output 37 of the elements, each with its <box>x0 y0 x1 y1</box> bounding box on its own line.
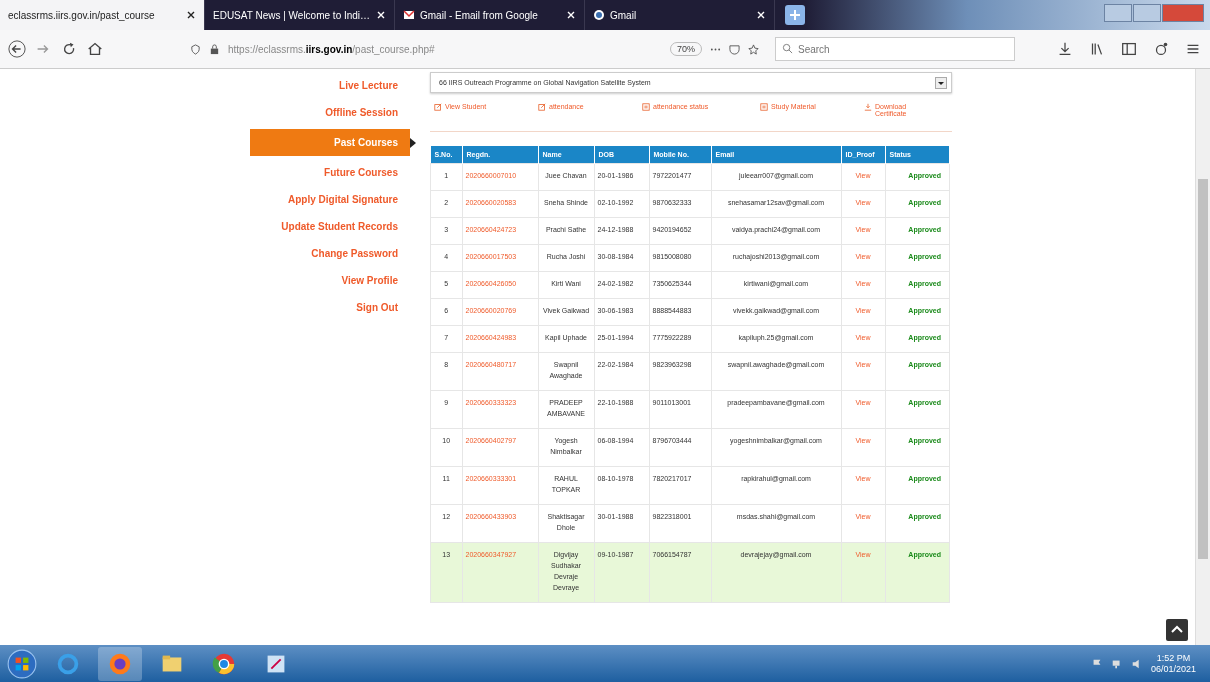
edit-icon <box>538 103 546 111</box>
scroll-top-icon[interactable] <box>1166 619 1188 641</box>
edit-icon <box>434 103 442 111</box>
scrollbar[interactable] <box>1195 69 1210 645</box>
back-icon[interactable] <box>8 40 26 58</box>
sidebar-item[interactable]: Future Courses <box>250 162 410 183</box>
sidebar-item[interactable]: Offline Session <box>250 102 410 123</box>
lock-icon <box>209 43 220 55</box>
search-field[interactable]: Search <box>775 37 1015 61</box>
taskbar-clock[interactable]: 1:52 PM 06/01/2021 <box>1150 652 1204 675</box>
close-icon[interactable] <box>186 10 196 20</box>
address-bar[interactable]: https://eclassrms.iirs.gov.in/past_course.php# 70% <box>182 37 767 61</box>
start-icon[interactable] <box>6 647 38 680</box>
sidebar-item[interactable]: Apply Digital Signature <box>250 189 410 210</box>
firefox-icon[interactable] <box>98 646 142 681</box>
star-icon[interactable] <box>748 43 759 55</box>
browser-tab[interactable]: eclassrms.iirs.gov.in/past_course <box>0 0 205 30</box>
list-icon <box>642 103 650 111</box>
window-controls[interactable] <box>1104 4 1204 22</box>
globe-icon <box>593 9 605 21</box>
caret-icon <box>935 76 947 89</box>
sidebar-item[interactable]: Sign Out <box>250 297 410 318</box>
shield-icon <box>190 43 201 55</box>
pointer-icon <box>410 138 416 148</box>
download-icon <box>864 103 872 111</box>
new-tab-icon[interactable] <box>785 5 805 25</box>
sidebar-item[interactable]: Past Courses <box>250 129 410 156</box>
sidebar-item[interactable]: Live Lecture <box>250 75 410 96</box>
pocket-icon[interactable] <box>729 43 740 55</box>
sidebar-icon[interactable] <box>1120 40 1138 58</box>
list-icon <box>760 103 768 111</box>
search-icon <box>782 43 793 54</box>
sidebar-item[interactable]: Change Password <box>250 243 410 264</box>
home-icon[interactable] <box>86 40 104 58</box>
sidebar-item[interactable]: Update Student Records <box>250 216 410 237</box>
sidebar-item[interactable]: View Profile <box>250 270 410 291</box>
envelope-icon <box>403 9 415 21</box>
